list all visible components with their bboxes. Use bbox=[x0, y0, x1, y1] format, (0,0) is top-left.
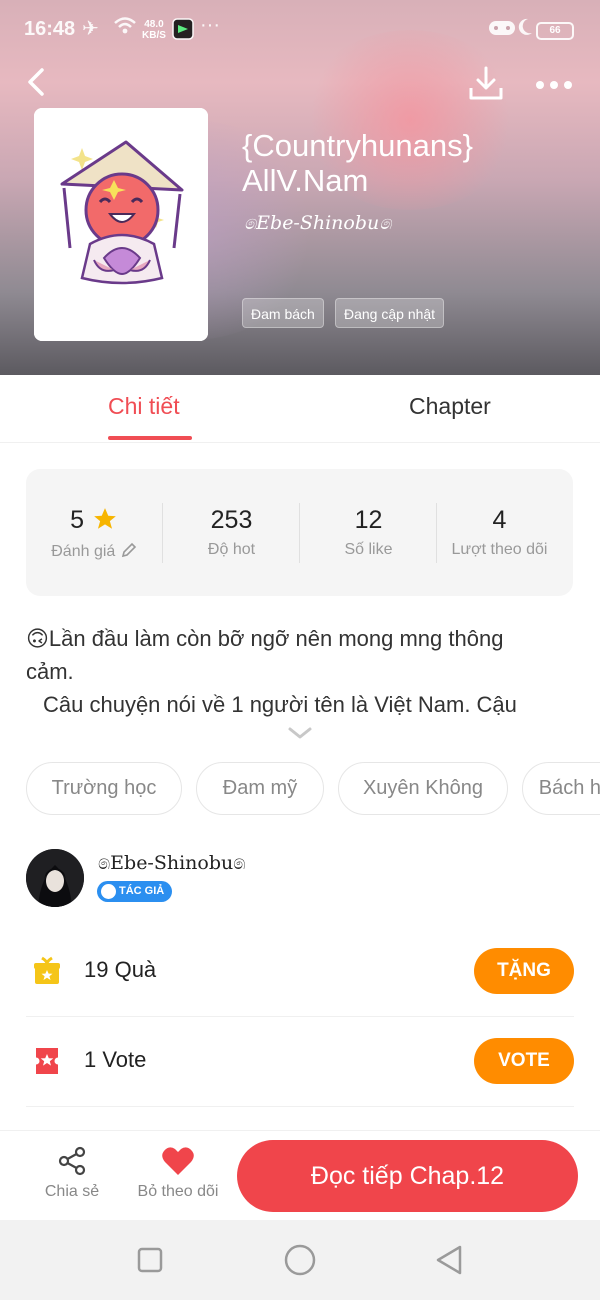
gift-row: 19 Quà TẶNG bbox=[26, 926, 574, 1016]
status-time: 16:48 bbox=[24, 18, 76, 40]
story-description[interactable]: 🙃Lần đầu làm còn bỡ ngỡ nên mong mng thô… bbox=[26, 622, 576, 721]
gift-icon bbox=[34, 956, 60, 984]
share-button[interactable]: Chia sẻ bbox=[40, 1145, 104, 1201]
stats-panel: 5 Đánh giá 253 Độ hot 12 Số like 4 Lượt … bbox=[26, 469, 573, 596]
download-icon bbox=[469, 66, 503, 100]
tab-bar: Chi tiết Chapter bbox=[0, 375, 600, 443]
back-button[interactable] bbox=[20, 64, 56, 100]
continue-reading-button[interactable]: Đọc tiếp Chap.12 bbox=[237, 1140, 578, 1212]
airplane-icon: ✈ bbox=[82, 18, 99, 40]
stat-hot: 253 Độ hot bbox=[207, 506, 256, 558]
story-detail-screen: 16:48 ✈ 48.0 KB/S ··· 66 {Countryhunans}… bbox=[0, 0, 600, 1300]
battery-icon: 66 bbox=[536, 22, 574, 40]
stat-followers: 4 Lượt theo dõi bbox=[451, 506, 548, 558]
chevron-down-icon bbox=[288, 727, 312, 739]
author-name[interactable]: ෧Ebe-Shinobu෧ bbox=[98, 852, 245, 874]
bottom-action-bar: Chia sẻ Bỏ theo dõi Đọc tiếp Chap.12 bbox=[0, 1130, 600, 1220]
tab-chapters[interactable]: Chapter bbox=[409, 393, 491, 420]
description-line: cảm. bbox=[26, 659, 74, 684]
more-button[interactable] bbox=[532, 70, 576, 100]
circle-icon bbox=[284, 1244, 316, 1276]
moon-icon bbox=[516, 17, 534, 43]
rating-label: Đánh giá bbox=[51, 543, 116, 560]
header-author-name[interactable]: ෧Ebe-Shinobu෧ bbox=[244, 212, 391, 234]
recent-apps-button[interactable] bbox=[130, 1240, 170, 1280]
unfollow-button[interactable]: Bỏ theo dõi bbox=[134, 1145, 222, 1201]
home-button[interactable] bbox=[280, 1240, 320, 1280]
stat-rating[interactable]: 5 Đánh giá bbox=[26, 505, 163, 561]
expand-description-button[interactable] bbox=[286, 724, 314, 742]
author-role-badge: TÁC GIẢ bbox=[97, 881, 173, 902]
tag-genre[interactable]: Đam bách bbox=[242, 298, 324, 328]
square-icon bbox=[137, 1247, 163, 1273]
tab-active-indicator bbox=[108, 436, 192, 440]
genre-chip[interactable]: Đam mỹ bbox=[196, 762, 324, 815]
vote-row: 1 Vote VOTE bbox=[26, 1016, 574, 1106]
back-icon bbox=[28, 68, 44, 96]
nav-back-button[interactable] bbox=[430, 1240, 470, 1280]
story-cover-image[interactable] bbox=[34, 108, 208, 341]
triangle-back-icon bbox=[436, 1245, 462, 1275]
status-bar: 16:48 ✈ 48.0 KB/S ··· 66 bbox=[0, 0, 600, 60]
gift-count: 19 Quà bbox=[84, 957, 157, 982]
genre-chip[interactable]: Xuyên Không bbox=[338, 762, 508, 815]
author-avatar[interactable] bbox=[26, 849, 84, 907]
unfollow-label: Bỏ theo dõi bbox=[137, 1183, 219, 1200]
description-line: 🙃Lần đầu làm còn bỡ ngỡ nên mong mng thô… bbox=[26, 626, 504, 651]
tag-status: Đang cập nhật bbox=[335, 298, 445, 328]
description-line: Câu chuyện nói về 1 người tên là Việt Na… bbox=[43, 692, 517, 717]
vote-button[interactable]: VOTE bbox=[474, 1038, 574, 1084]
ticket-icon bbox=[32, 1048, 62, 1074]
story-header: 16:48 ✈ 48.0 KB/S ··· 66 {Countryhunans}… bbox=[0, 0, 600, 375]
genre-chip[interactable]: Bách hợp bbox=[522, 762, 600, 815]
genre-chip[interactable]: Trường học bbox=[26, 762, 182, 815]
wifi-icon bbox=[113, 16, 137, 42]
game-mode-icon bbox=[488, 18, 516, 44]
stat-likes: 12 Số like bbox=[344, 506, 393, 558]
system-nav-bar bbox=[0, 1220, 600, 1300]
author-badge-icon bbox=[101, 884, 116, 899]
download-button[interactable] bbox=[466, 64, 506, 104]
heart-icon bbox=[162, 1147, 194, 1175]
rating-value: 5 bbox=[70, 506, 84, 534]
vote-count: 1 Vote bbox=[84, 1047, 147, 1072]
share-label: Chia sẻ bbox=[44, 1183, 100, 1200]
net-speed: 48.0 KB/S bbox=[142, 19, 166, 41]
more-notifications-icon: ··· bbox=[200, 14, 220, 36]
tab-details[interactable]: Chi tiết bbox=[108, 393, 180, 420]
genre-chip-list: Trường học Đam mỹ Xuyên Không Bách hợp bbox=[26, 762, 600, 816]
more-icon bbox=[536, 81, 572, 89]
edit-icon bbox=[121, 542, 136, 558]
give-gift-button[interactable]: TẶNG bbox=[474, 948, 574, 994]
story-title: {Countryhunans} AllV.Nam bbox=[242, 128, 473, 198]
star-icon bbox=[94, 508, 116, 529]
app-notification-icon bbox=[172, 18, 194, 46]
share-icon bbox=[58, 1146, 86, 1176]
